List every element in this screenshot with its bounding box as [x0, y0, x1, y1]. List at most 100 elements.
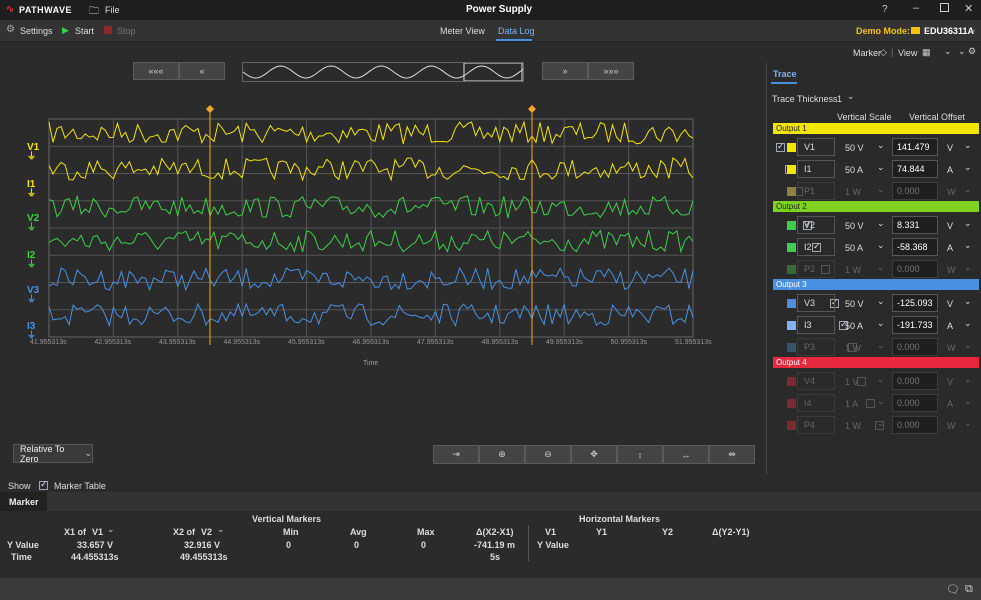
offset-unit-select[interactable]: V: [947, 143, 953, 153]
chevron-down-icon[interactable]: ⌄: [964, 240, 972, 251]
export-icon[interactable]: ⇥: [433, 445, 479, 464]
offset-unit-select[interactable]: V: [947, 299, 953, 309]
chevron-down-icon[interactable]: ⌄: [964, 140, 972, 151]
trace-name-field[interactable]: V2: [797, 216, 835, 234]
chevron-down-icon[interactable]: ⌄: [877, 296, 885, 307]
chevron-down-icon[interactable]: ⌄: [964, 396, 972, 407]
trace-ground-marker[interactable]: V2 ⏚: [27, 214, 39, 232]
chevron-down-icon[interactable]: ⌄: [877, 262, 885, 273]
trace-name-field[interactable]: I3: [797, 316, 835, 334]
trace-color-swatch[interactable]: [787, 143, 796, 152]
vertical-offset-input[interactable]: 0.000: [892, 394, 938, 412]
vertical-scale-value[interactable]: 50 A: [845, 243, 863, 253]
chevron-down-icon[interactable]: ⌄: [847, 91, 855, 102]
vertical-scale-value[interactable]: 50 A: [845, 321, 863, 331]
tab-trace[interactable]: Trace: [773, 69, 797, 79]
trace-name-field[interactable]: I1: [797, 160, 835, 178]
step-back-button[interactable]: «: [179, 62, 225, 80]
chevron-down-icon[interactable]: ⌄: [958, 46, 966, 57]
vertical-scale-value[interactable]: 1 W: [845, 421, 861, 431]
settings-gear-icon[interactable]: ⚙: [6, 24, 15, 35]
stop-square-icon[interactable]: [104, 26, 112, 34]
panel-settings-icon[interactable]: ⚙: [968, 46, 976, 57]
help-button[interactable]: ?: [882, 4, 888, 15]
trace-ground-marker[interactable]: V3 ⏚: [27, 286, 39, 304]
vertical-scale-value[interactable]: 50 A: [845, 165, 863, 175]
trace-color-swatch[interactable]: [787, 343, 796, 352]
chevron-down-icon[interactable]: ⌄: [964, 218, 972, 229]
trace-name-field[interactable]: I2: [797, 238, 835, 256]
offset-unit-select[interactable]: A: [947, 399, 953, 409]
vertical-offset-input[interactable]: 141.479: [892, 138, 938, 156]
offset-unit-select[interactable]: W: [947, 265, 956, 275]
vertical-offset-input[interactable]: 8.331: [892, 216, 938, 234]
chevron-down-icon[interactable]: ⌄: [877, 418, 885, 429]
chevron-down-icon[interactable]: ⌄: [877, 374, 885, 385]
tab-meter-view[interactable]: Meter View: [440, 26, 485, 36]
chevron-down-icon[interactable]: ⌄: [877, 396, 885, 407]
trace-color-swatch[interactable]: [787, 421, 796, 430]
chat-icon[interactable]: 🗨: [946, 583, 960, 596]
chevron-down-icon[interactable]: ⌄: [877, 184, 885, 195]
tab-data-log[interactable]: Data Log: [498, 26, 535, 36]
vertical-offset-input[interactable]: 0.000: [892, 416, 938, 434]
chevron-down-icon[interactable]: ⌄: [964, 162, 972, 173]
trace-color-swatch[interactable]: [787, 165, 796, 174]
trace-color-swatch[interactable]: [787, 221, 796, 230]
offset-unit-select[interactable]: W: [947, 343, 956, 353]
trace-enable-checkbox[interactable]: [866, 399, 875, 408]
chevron-down-icon[interactable]: ⌄: [964, 296, 972, 307]
chevron-down-icon[interactable]: ⌄: [877, 218, 885, 229]
vertical-offset-input[interactable]: -125.093: [892, 294, 938, 312]
vertical-offset-input[interactable]: 0.000: [892, 260, 938, 278]
vertical-offset-input[interactable]: 74.844: [892, 160, 938, 178]
chevron-down-icon[interactable]: ⌄: [217, 524, 225, 535]
trace-ground-marker[interactable]: I3 ⏚: [27, 322, 36, 340]
chevron-down-icon[interactable]: ⌄: [964, 374, 972, 385]
trace-name-field[interactable]: P3: [797, 338, 835, 356]
start-button[interactable]: Start: [75, 26, 94, 36]
chevron-down-icon[interactable]: ⌄: [107, 524, 115, 535]
trace-enable-checkbox[interactable]: [776, 141, 785, 152]
settings-button[interactable]: Settings: [20, 26, 53, 36]
trace-color-swatch[interactable]: [787, 321, 796, 330]
offset-unit-select[interactable]: A: [947, 165, 953, 175]
trace-color-swatch[interactable]: [787, 377, 796, 386]
trace-color-swatch[interactable]: [787, 243, 796, 252]
vertical-offset-input[interactable]: -191.733: [892, 316, 938, 334]
chevron-down-icon[interactable]: ⌄: [964, 262, 972, 273]
trace-name-field[interactable]: V4: [797, 372, 835, 390]
horizontal-fit-icon[interactable]: ↔: [663, 445, 709, 464]
vertical-fit-icon[interactable]: ↕: [617, 445, 663, 464]
marker-toggle-icon[interactable]: ⇹: [709, 445, 755, 464]
connection-icon[interactable]: ⧉: [965, 583, 973, 596]
vertical-scale-value[interactable]: 50 V: [845, 143, 864, 153]
view-menu[interactable]: View: [898, 48, 917, 58]
chevron-down-icon[interactable]: ⌄: [969, 24, 977, 35]
chevron-down-icon[interactable]: ⌄: [877, 140, 885, 151]
chevron-down-icon[interactable]: ⌄: [964, 184, 972, 195]
trace-ground-marker[interactable]: I2 ⏚: [27, 251, 36, 269]
trace-name-field[interactable]: P2: [797, 260, 835, 278]
vertical-offset-input[interactable]: 0.000: [892, 338, 938, 356]
offset-unit-select[interactable]: W: [947, 187, 956, 197]
trace-thickness-select[interactable]: 1: [837, 94, 842, 104]
vertical-offset-input[interactable]: 0.000: [892, 182, 938, 200]
offset-unit-select[interactable]: A: [947, 243, 953, 253]
vertical-offset-input[interactable]: -58.368: [892, 238, 938, 256]
jump-start-button[interactable]: «««: [133, 62, 179, 80]
fit-all-icon[interactable]: ✥: [571, 445, 617, 464]
file-menu[interactable]: File: [105, 5, 120, 15]
vertical-scale-value[interactable]: 50 V: [845, 221, 864, 231]
trace-ground-marker[interactable]: I1 ⏚: [27, 180, 36, 198]
chevron-down-icon[interactable]: ⌄: [877, 318, 885, 329]
trace-name-field[interactable]: V3: [797, 294, 835, 312]
vertical-scale-value[interactable]: 1 W: [845, 343, 861, 353]
folder-icon[interactable]: 🗀: [89, 4, 99, 21]
chevron-down-icon[interactable]: ⌄: [944, 46, 952, 57]
vertical-scale-value[interactable]: 50 V: [845, 299, 864, 309]
chevron-down-icon[interactable]: ⌄: [964, 418, 972, 429]
chevron-down-icon[interactable]: ⌄: [964, 340, 972, 351]
marker-table-checkbox[interactable]: [39, 479, 48, 490]
maximize-icon[interactable]: [940, 3, 949, 12]
